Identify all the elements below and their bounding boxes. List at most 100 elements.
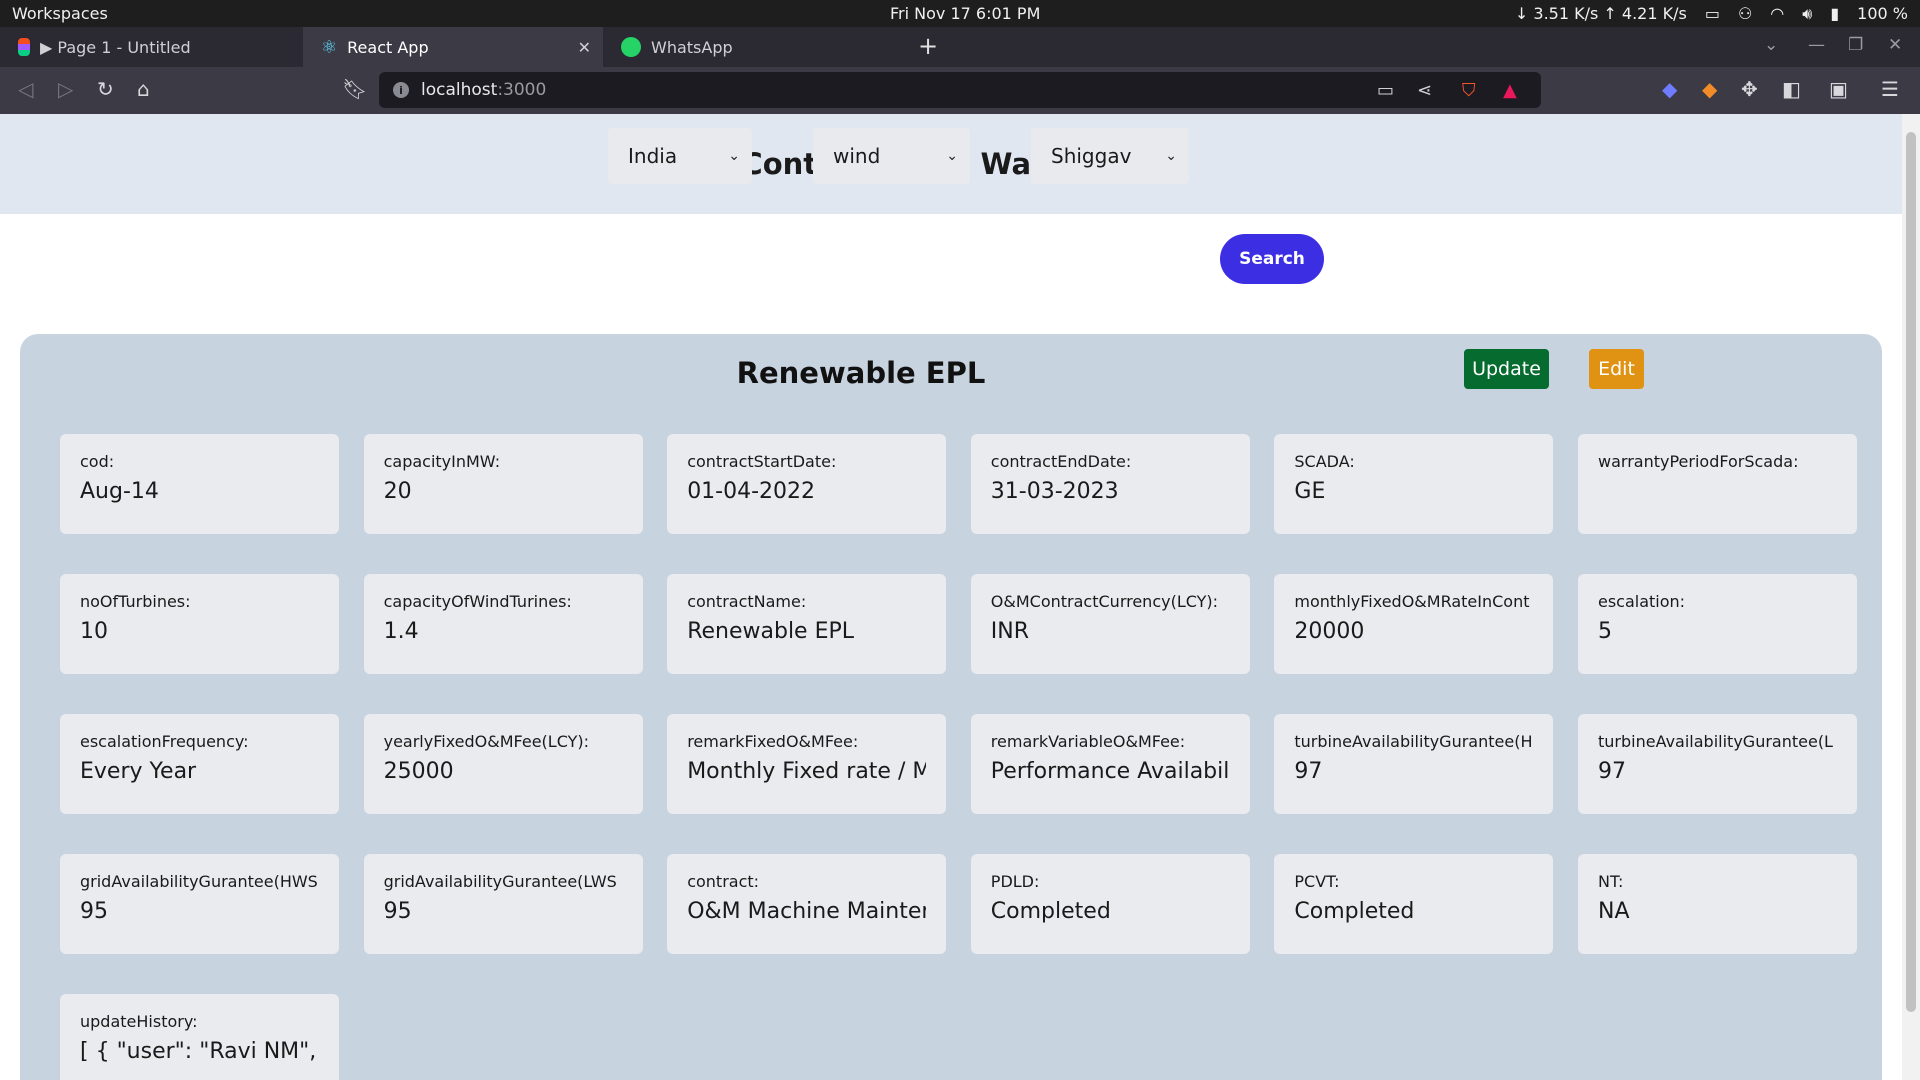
page-viewport: Contracts and Warranties India ⌄ wind ⌄ … — [0, 114, 1902, 1080]
field-value: Completed — [990, 899, 1111, 924]
share-icon[interactable]: ⋖ — [1417, 80, 1432, 101]
field-value: Monthly Fixed rate / M — [687, 759, 927, 784]
battery-icon: ▮ — [1830, 4, 1840, 23]
field-label: gridAvailabilityGurantee(HWS — [80, 872, 318, 891]
field-label: capacityOfWindTurines: — [383, 592, 572, 611]
field-label: SCADA: — [1294, 452, 1355, 471]
reload-icon[interactable]: ↻ — [97, 77, 114, 101]
tab-label: React App — [347, 37, 429, 57]
menu-icon[interactable]: ☰ — [1881, 77, 1899, 101]
sidebar-icon[interactable]: ◧ — [1782, 77, 1801, 101]
metamask-icon[interactable]: ◆ — [1702, 77, 1717, 101]
field-card: remarkVariableO&MFee: Performance Availab… — [970, 714, 1250, 814]
field-value: Every Year — [80, 759, 197, 784]
address-bar[interactable]: i localhost:3000 ▭ ⋖ ⛉ ▲ — [379, 72, 1541, 108]
update-button[interactable]: Update — [1464, 349, 1549, 389]
field-value: Performance Availabili — [990, 759, 1230, 784]
clock[interactable]: Fri Nov 17 6:01 PM — [890, 4, 1040, 23]
back-icon[interactable]: ◁ — [18, 77, 33, 101]
field-value: 10 — [80, 619, 108, 644]
field-value: 25000 — [383, 759, 454, 784]
field-label: PCVT: — [1294, 872, 1340, 891]
field-value: Renewable EPL — [687, 619, 855, 644]
field-card: warrantyPeriodForScada: — [1578, 434, 1857, 534]
field-card: gridAvailabilityGurantee(LWS 95 — [363, 854, 643, 954]
site-select[interactable]: Shiggav ⌄ — [1031, 128, 1189, 184]
field-card: yearlyFixedO&MFee(LCY): 25000 — [363, 714, 643, 814]
brave-shield-icon[interactable]: ⛉ — [1462, 80, 1476, 101]
field-value: 97 — [1294, 759, 1323, 784]
accessibility-icon[interactable]: ⚇ — [1738, 4, 1752, 23]
maximize-icon[interactable]: ❐ — [1848, 35, 1863, 55]
type-select-value: wind — [833, 144, 881, 168]
url-host: localhost — [421, 80, 498, 100]
field-value: 1.4 — [383, 619, 419, 644]
chevron-down-icon: ⌄ — [1165, 148, 1177, 164]
workspaces-label[interactable]: Workspaces — [12, 4, 108, 23]
field-card: remarkFixedO&MFee: Monthly Fixed rate / M — [667, 714, 947, 814]
minimize-icon[interactable]: — — [1808, 35, 1825, 55]
tab-strip: ▶ Page 1 - Untitled ⚛ React App ✕ WhatsA… — [0, 27, 1920, 67]
field-card: contractName: Renewable EPL — [667, 574, 947, 674]
field-label: O&MContractCurrency(LCY): — [990, 592, 1219, 611]
bookmark-icon[interactable]: 🔖︎ — [342, 77, 367, 101]
site-select-value: Shiggav — [1051, 144, 1132, 168]
close-tab-icon[interactable]: ✕ — [578, 38, 591, 57]
wallet-icon[interactable]: ▣ — [1829, 77, 1848, 101]
os-top-bar: Workspaces Fri Nov 17 6:01 PM ↓ 3.51 K/s… — [0, 0, 1920, 27]
country-select[interactable]: India ⌄ — [608, 128, 752, 184]
field-value: 97 — [1598, 759, 1626, 784]
edit-button[interactable]: Edit — [1589, 349, 1644, 389]
scrollbar-thumb[interactable] — [1906, 132, 1916, 1012]
home-icon[interactable]: ⌂ — [137, 77, 150, 101]
search-button[interactable]: Search — [1220, 234, 1324, 284]
field-label: NT: — [1598, 872, 1624, 891]
tab-figma[interactable]: ▶ Page 1 - Untitled — [0, 27, 303, 67]
field-card: updateHistory: [ { "user": "Ravi NM", "ti — [60, 994, 339, 1080]
page-scrollbar[interactable] — [1902, 114, 1920, 1080]
url-text: localhost:3000 — [421, 80, 546, 100]
extension-shield-icon[interactable]: ◆ — [1662, 77, 1677, 101]
display-icon[interactable]: ▭ — [1705, 4, 1720, 23]
field-card: contractStartDate: 01-04-2022 — [667, 434, 947, 534]
field-card: contract: O&M Machine Mainten — [667, 854, 947, 954]
site-info-icon[interactable]: i — [393, 82, 409, 98]
battery-level: 100 % — [1857, 4, 1908, 23]
type-select[interactable]: wind ⌄ — [813, 128, 970, 184]
tab-list-icon[interactable]: ⌄ — [1764, 35, 1778, 55]
field-card: PCVT: Completed — [1274, 854, 1554, 954]
field-card: escalationFrequency: Every Year — [60, 714, 339, 814]
field-label: warrantyPeriodForScada: — [1598, 452, 1799, 471]
chevron-down-icon: ⌄ — [946, 148, 958, 164]
cast-icon[interactable]: ▭ — [1377, 80, 1394, 101]
tab-whatsapp[interactable]: WhatsApp — [603, 27, 903, 67]
field-card: capacityOfWindTurines: 1.4 — [363, 574, 643, 674]
field-card: noOfTurbines: 10 — [60, 574, 339, 674]
field-value: Aug-14 — [80, 479, 159, 504]
field-label: noOfTurbines: — [80, 592, 191, 611]
field-value: 95 — [383, 899, 412, 924]
contract-title: Renewable EPL — [736, 356, 986, 390]
extensions-icon[interactable]: ✥ — [1741, 77, 1758, 101]
brave-rewards-icon[interactable]: ▲ — [1503, 80, 1517, 101]
new-tab-button[interactable]: + — [918, 32, 938, 60]
field-label: contractEndDate: — [990, 452, 1132, 471]
system-tray: ↓ 3.51 K/s ↑ 4.21 K/s ▭ ⚇ ◠ 🔊︎ ▮ 100 % — [1515, 4, 1908, 24]
volume-icon[interactable]: 🔊︎ — [1802, 4, 1812, 24]
tab-react-app[interactable]: ⚛ React App ✕ — [303, 27, 603, 67]
field-label: gridAvailabilityGurantee(LWS — [383, 872, 617, 891]
forward-icon[interactable]: ▷ — [58, 77, 73, 101]
tab-label: WhatsApp — [651, 37, 733, 57]
field-label: turbineAvailabilityGurantee(L — [1598, 732, 1833, 751]
field-card: contractEndDate: 31-03-2023 — [970, 434, 1250, 534]
field-card: turbineAvailabilityGurantee(L 97 — [1578, 714, 1857, 814]
field-label: capacityInMW: — [383, 452, 501, 471]
close-window-icon[interactable]: ✕ — [1888, 35, 1902, 55]
field-card: cod: Aug-14 — [60, 434, 339, 534]
field-label: contractStartDate: — [687, 452, 837, 471]
figma-icon — [18, 38, 30, 56]
field-card: capacityInMW: 20 — [363, 434, 643, 534]
field-value: NA — [1598, 899, 1630, 924]
field-value: 01-04-2022 — [687, 479, 816, 504]
wifi-icon[interactable]: ◠ — [1770, 4, 1784, 23]
